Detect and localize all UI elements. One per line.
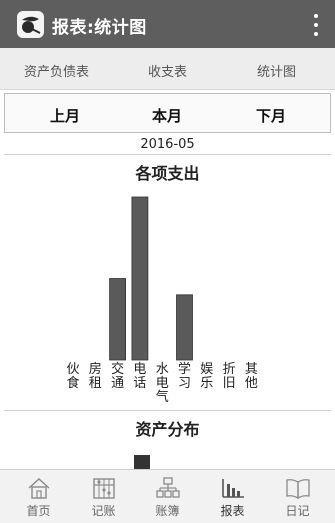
- divider: [4, 410, 331, 411]
- page-title: 报表:统计图: [52, 18, 147, 38]
- title-bar: 报表:统计图: [0, 0, 335, 48]
- category-label: 学习: [178, 361, 191, 391]
- period-label: 2016-05: [140, 137, 195, 152]
- tab-balance-sheet[interactable]: 资产负债表: [24, 61, 89, 80]
- ledger-tree-icon: [156, 477, 180, 498]
- expense-bar-chart: 伙食房租交通电话水电气学习娱乐折旧其他: [66, 196, 258, 405]
- category-label: 电话: [133, 362, 146, 391]
- home-icon: [28, 478, 50, 499]
- book-icon: [286, 479, 310, 500]
- bar-3: [131, 196, 149, 361]
- category-label: 伙食: [66, 362, 79, 391]
- month-selector: 上月 本月 下月: [4, 93, 331, 133]
- report-tabs: 资产负债表 收支表 统计图: [0, 48, 335, 90]
- nav-bookkeeping-label: 记账: [91, 504, 116, 518]
- nav-ledger[interactable]: 账簿: [134, 470, 201, 523]
- nav-home-label: 首页: [26, 504, 51, 518]
- bar-chart-icon: [222, 479, 244, 498]
- overflow-menu-icon[interactable]: [311, 14, 321, 36]
- nav-reports[interactable]: 报表: [199, 470, 266, 523]
- prev-month-button[interactable]: 上月: [50, 105, 80, 126]
- bar-5: [176, 294, 193, 361]
- nav-reports-label: 报表: [220, 504, 245, 518]
- abacus-icon: [93, 478, 115, 499]
- tab-income-expense[interactable]: 收支表: [148, 61, 187, 80]
- bottom-nav: 首页 记账 账簿 报表 日记: [0, 469, 335, 523]
- category-label: 其他: [245, 362, 258, 391]
- category-label: 房租: [89, 361, 102, 391]
- nav-home[interactable]: 首页: [5, 470, 72, 523]
- nav-ledger-label: 账簿: [155, 504, 180, 518]
- nav-diary[interactable]: 日记: [264, 470, 331, 523]
- bar-2: [109, 278, 126, 361]
- category-label: 交通: [111, 361, 124, 391]
- next-month-button[interactable]: 下月: [256, 105, 286, 126]
- app-logo-icon: [17, 11, 44, 38]
- current-month-button[interactable]: 本月: [152, 105, 182, 126]
- asset-chart-mark: [134, 455, 150, 469]
- category-label: 娱乐: [200, 362, 213, 391]
- asset-distribution-title: 资产分布: [135, 420, 200, 439]
- category-label: 水电气: [156, 362, 169, 405]
- divider: [4, 154, 331, 155]
- tab-statistics-chart[interactable]: 统计图: [257, 61, 296, 80]
- nav-diary-label: 日记: [285, 504, 310, 518]
- nav-bookkeeping[interactable]: 记账: [70, 470, 137, 523]
- category-label: 折旧: [223, 362, 236, 391]
